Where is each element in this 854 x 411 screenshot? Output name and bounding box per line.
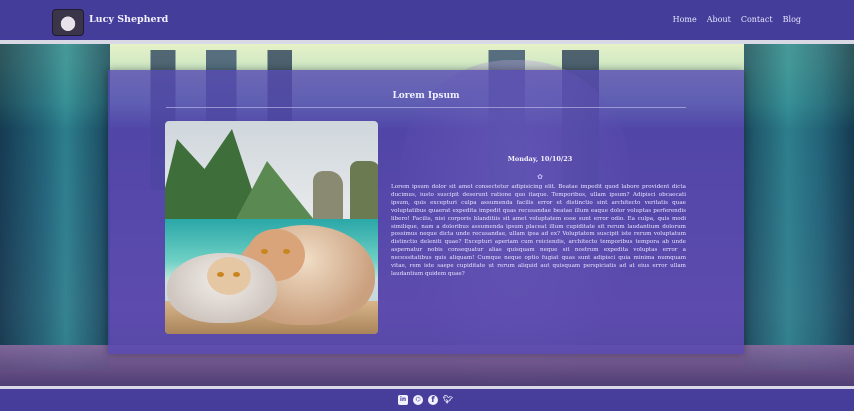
site-title[interactable]: Lucy Shepherd bbox=[89, 14, 168, 25]
nav-contact[interactable]: Contact bbox=[741, 15, 773, 24]
background-curtain-right bbox=[744, 40, 854, 370]
avatar[interactable] bbox=[52, 9, 84, 36]
post-body: Lorem ipsum dolor sit amet consectetur a… bbox=[391, 184, 686, 277]
cat-eye bbox=[283, 249, 290, 254]
facebook-icon[interactable]: f bbox=[428, 395, 438, 405]
post-image bbox=[165, 121, 378, 334]
cat-eye bbox=[233, 272, 240, 277]
post-card: Lorem Ipsum Monday, 10/10/23 ✿ Lorem ips… bbox=[108, 70, 744, 354]
cat-eye bbox=[217, 272, 224, 277]
paw-icon: ✿ bbox=[537, 173, 543, 181]
nav-blog[interactable]: Blog bbox=[783, 15, 801, 24]
post-title: Lorem Ipsum bbox=[392, 91, 460, 101]
nav-about[interactable]: About bbox=[707, 15, 731, 24]
cat-face bbox=[207, 257, 251, 295]
main-nav: Home About Contact Blog bbox=[673, 15, 801, 24]
image-rock bbox=[313, 171, 343, 223]
background-curtain-left bbox=[0, 40, 110, 370]
linkedin-icon[interactable]: in bbox=[398, 395, 408, 405]
header-divider bbox=[0, 40, 854, 44]
nav-home[interactable]: Home bbox=[673, 15, 697, 24]
image-cat-small bbox=[167, 253, 277, 323]
social-links: in ⌬ f 🐦︎ bbox=[398, 395, 453, 405]
twitter-icon[interactable]: 🐦︎ bbox=[443, 395, 453, 405]
cat-eye bbox=[261, 249, 268, 254]
github-icon[interactable]: ⌬ bbox=[413, 395, 423, 405]
post-date: Monday, 10/10/23 bbox=[507, 155, 573, 163]
title-divider bbox=[166, 107, 686, 108]
site-header: Lucy Shepherd Home About Contact Blog bbox=[0, 0, 854, 40]
